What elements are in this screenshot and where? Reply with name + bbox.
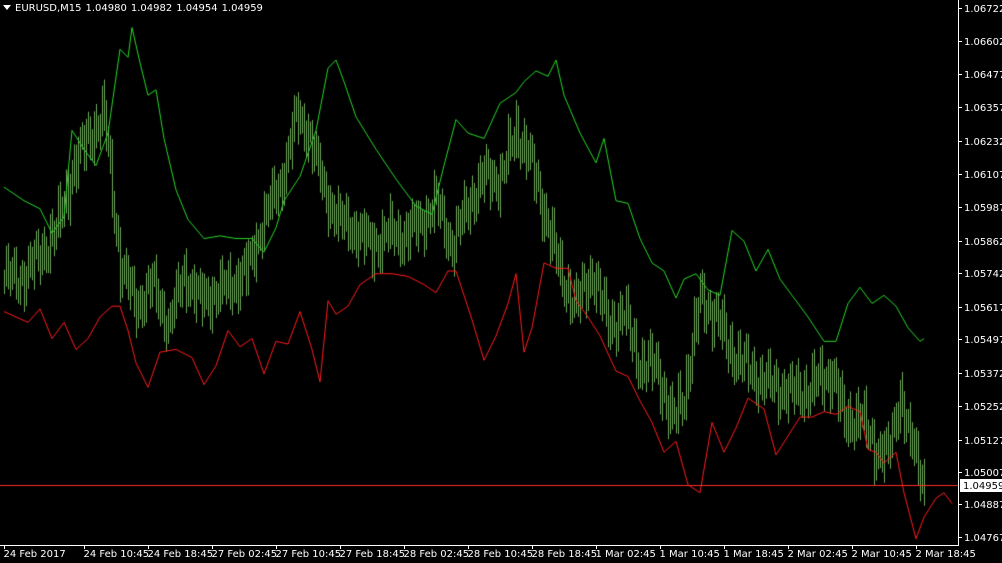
price-chart-canvas[interactable] — [0, 0, 1002, 563]
open-value: 1.04980 — [85, 3, 127, 14]
symbol-label: EURUSD,M15 — [15, 3, 82, 14]
low-value: 1.04954 — [176, 3, 218, 14]
close-value: 1.04959 — [221, 3, 263, 14]
high-value: 1.04982 — [130, 3, 173, 14]
chart-header: EURUSD,M15 1.04980 1.04982 1.04954 1.04959 — [3, 2, 263, 16]
chart-menu-triangle-icon[interactable] — [3, 5, 11, 10]
